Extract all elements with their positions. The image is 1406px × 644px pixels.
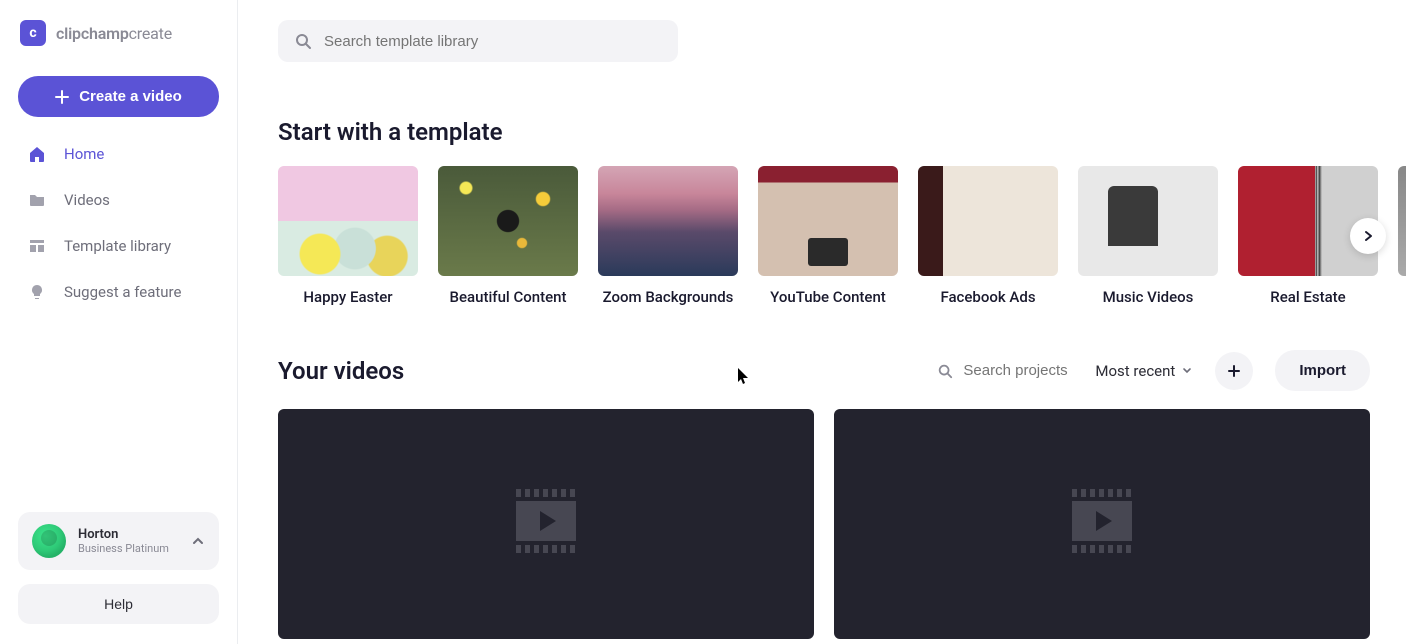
video-placeholder-icon <box>516 489 576 559</box>
template-card[interactable]: Zoom Backgrounds <box>598 166 738 306</box>
logo-text: clipchampcreate <box>56 24 172 43</box>
video-card[interactable] <box>834 409 1370 639</box>
template-label: Facebook Ads <box>940 288 1035 306</box>
template-thumbnail <box>758 166 898 276</box>
sidebar-item-label: Home <box>64 145 104 163</box>
chevron-right-icon <box>1361 229 1375 243</box>
template-thumbnail <box>918 166 1058 276</box>
sidebar-nav: Home Videos Template library Suggest a f… <box>0 131 237 315</box>
video-placeholder-icon <box>1072 489 1132 559</box>
help-label: Help <box>104 596 133 612</box>
templates-icon <box>28 237 46 255</box>
user-name: Horton <box>78 527 179 542</box>
sidebar-item-home[interactable]: Home <box>0 131 237 177</box>
folder-icon <box>28 191 46 209</box>
template-label: Beautiful Content <box>450 288 567 306</box>
sidebar-item-label: Suggest a feature <box>64 283 181 301</box>
videos-grid <box>278 409 1406 639</box>
sidebar-item-template-library[interactable]: Template library <box>0 223 237 269</box>
your-videos-title: Your videos <box>278 357 404 385</box>
search-input[interactable] <box>324 33 662 50</box>
template-label: Happy Easter <box>303 288 392 306</box>
template-thumbnail <box>1398 166 1406 276</box>
new-video-button[interactable] <box>1215 352 1253 390</box>
main-content: Start with a template Happy Easter Beaut… <box>238 0 1406 644</box>
plus-icon <box>55 90 69 104</box>
logo-mark: c <box>20 20 46 46</box>
plus-icon <box>1227 364 1241 378</box>
lightbulb-icon <box>28 283 46 301</box>
chevron-down-icon <box>1181 365 1193 377</box>
template-label: Zoom Backgrounds <box>603 288 734 306</box>
chevron-up-icon <box>191 534 205 548</box>
search-projects[interactable] <box>937 362 1073 379</box>
template-card[interactable]: YouTube Content <box>758 166 898 306</box>
sidebar-item-videos[interactable]: Videos <box>0 177 237 223</box>
search-icon <box>294 32 312 50</box>
templates-row: Happy Easter Beautiful Content Zoom Back… <box>278 166 1406 306</box>
template-label: Real Estate <box>1270 288 1345 306</box>
search-projects-input[interactable] <box>963 362 1073 379</box>
create-video-label: Create a video <box>79 88 182 105</box>
template-thumbnail <box>1078 166 1218 276</box>
template-card[interactable] <box>1398 166 1406 306</box>
sidebar: c clipchampcreate Create a video Home Vi… <box>0 0 238 644</box>
create-video-button[interactable]: Create a video <box>18 76 219 117</box>
search-bar[interactable] <box>278 20 678 62</box>
templates-title: Start with a template <box>278 118 1406 146</box>
user-plan: Business Platinum <box>78 542 179 555</box>
template-card[interactable]: Beautiful Content <box>438 166 578 306</box>
template-card[interactable]: Music Videos <box>1078 166 1218 306</box>
search-icon <box>937 363 953 379</box>
template-label: Music Videos <box>1103 288 1194 306</box>
sort-label: Most recent <box>1095 362 1175 380</box>
video-card[interactable] <box>278 409 814 639</box>
sidebar-item-label: Template library <box>64 237 171 255</box>
templates-next-button[interactable] <box>1350 218 1386 254</box>
template-thumbnail <box>438 166 578 276</box>
template-label: YouTube Content <box>770 288 886 306</box>
template-card[interactable]: Facebook Ads <box>918 166 1058 306</box>
videos-toolbar: Most recent Import <box>937 350 1370 391</box>
import-label: Import <box>1299 362 1346 379</box>
import-button[interactable]: Import <box>1275 350 1370 391</box>
template-thumbnail <box>598 166 738 276</box>
sidebar-item-suggest-feature[interactable]: Suggest a feature <box>0 269 237 315</box>
sidebar-item-label: Videos <box>64 191 110 209</box>
user-info: Horton Business Platinum <box>78 527 179 555</box>
avatar <box>32 524 66 558</box>
template-card[interactable]: Happy Easter <box>278 166 418 306</box>
template-thumbnail <box>278 166 418 276</box>
help-button[interactable]: Help <box>18 584 219 624</box>
brand-logo[interactable]: c clipchampcreate <box>0 20 237 66</box>
sort-dropdown[interactable]: Most recent <box>1095 362 1193 380</box>
user-menu[interactable]: Horton Business Platinum <box>18 512 219 570</box>
home-icon <box>28 145 46 163</box>
